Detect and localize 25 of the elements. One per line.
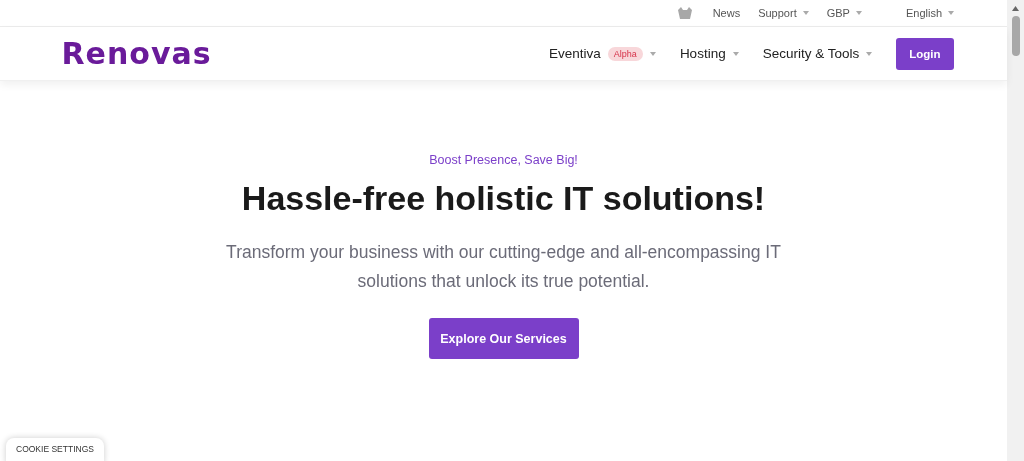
nav-item[interactable]: Eventiva Alpha: [549, 46, 656, 61]
caret-icon: [855, 11, 862, 15]
hero-eyebrow: Boost Presence, Save Big!: [429, 153, 578, 167]
caret-icon: [866, 51, 873, 56]
hero-subtitle: Transform your business with our cutting-edge and all-encompassing IT solutions that unlock its true potential.: [225, 241, 782, 293]
top-link[interactable]: News: [712, 7, 741, 19]
login-button[interactable]: Login: [896, 37, 954, 70]
nav-item[interactable]: Hosting: [679, 46, 739, 61]
caret-icon: [948, 11, 954, 15]
scrollbar[interactable]: [1007, 0, 1024, 461]
nav-item[interactable]: Security & Tools: [762, 46, 873, 61]
logo[interactable]: Renovas: [61, 36, 212, 71]
caret-icon: [649, 51, 656, 56]
caret-icon: [732, 51, 739, 56]
scroll-up-icon[interactable]: [1012, 6, 1019, 11]
basket-icon[interactable]: [676, 7, 693, 19]
explore-services-button[interactable]: Explore Our Services: [428, 318, 579, 359]
scroll-thumb[interactable]: [1011, 16, 1020, 56]
top-link[interactable]: English: [905, 7, 954, 19]
hero-title: Hassle-free holistic IT solutions!: [241, 179, 766, 218]
cookie-settings-button[interactable]: COOKIE SETTINGS: [6, 438, 104, 461]
alpha-badge: Alpha: [607, 46, 643, 61]
top-link[interactable]: Support: [758, 7, 809, 19]
caret-icon: [802, 11, 809, 15]
top-link[interactable]: GBP: [826, 7, 862, 19]
